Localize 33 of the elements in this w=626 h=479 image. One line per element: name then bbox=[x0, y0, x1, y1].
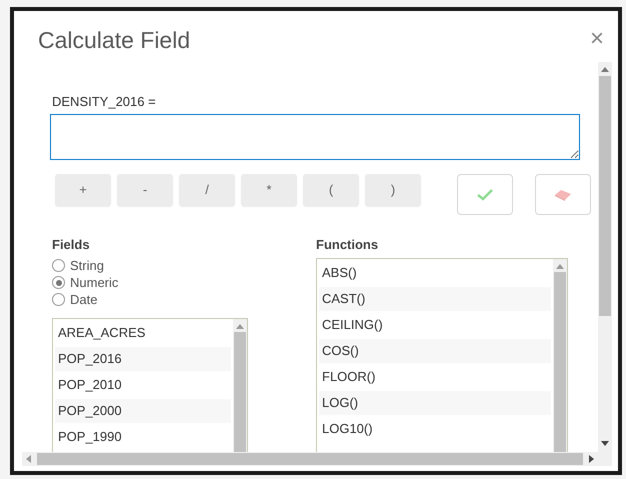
operator-button[interactable]: ( bbox=[303, 174, 359, 206]
clear-button[interactable] bbox=[535, 174, 591, 215]
operator-button[interactable]: ) bbox=[365, 174, 421, 206]
horizontal-scrollbar[interactable] bbox=[22, 452, 598, 466]
scroll-left-icon[interactable] bbox=[26, 455, 31, 463]
field-item[interactable]: POP_2016 bbox=[55, 347, 231, 371]
expression-label: DENSITY_2016 = bbox=[51, 93, 157, 111]
expression-field[interactable] bbox=[50, 114, 580, 160]
dialog-title: Calculate Field bbox=[38, 26, 190, 55]
type-radio[interactable]: Numeric bbox=[52, 274, 118, 291]
scroll-right-icon[interactable] bbox=[589, 455, 594, 463]
scroll-up-icon[interactable] bbox=[601, 67, 609, 72]
scroll-up-icon[interactable] bbox=[236, 324, 244, 329]
operator-button[interactable]: - bbox=[117, 174, 173, 206]
function-item[interactable]: LOG() bbox=[319, 391, 551, 415]
operator-button[interactable]: + bbox=[55, 174, 111, 206]
field-item[interactable]: POP_2000 bbox=[55, 399, 231, 423]
function-item[interactable]: COS() bbox=[319, 339, 551, 363]
functions-heading: Functions bbox=[316, 236, 380, 254]
apply-button[interactable] bbox=[457, 174, 513, 215]
fields-heading: Fields bbox=[52, 236, 91, 254]
operator-button[interactable]: * bbox=[241, 174, 297, 206]
check-icon bbox=[477, 188, 493, 200]
function-item[interactable]: CAST() bbox=[319, 287, 551, 311]
type-radio[interactable]: Date bbox=[52, 291, 98, 308]
type-radio[interactable]: String bbox=[52, 257, 104, 274]
scroll-down-icon[interactable] bbox=[601, 441, 609, 446]
scrollbar[interactable] bbox=[553, 259, 567, 452]
operator-button[interactable]: / bbox=[179, 174, 235, 206]
close-button[interactable]: × bbox=[590, 27, 604, 51]
scroll-up-icon[interactable] bbox=[556, 264, 564, 269]
eraser-icon bbox=[554, 188, 572, 200]
vertical-scrollbar[interactable] bbox=[598, 62, 612, 452]
